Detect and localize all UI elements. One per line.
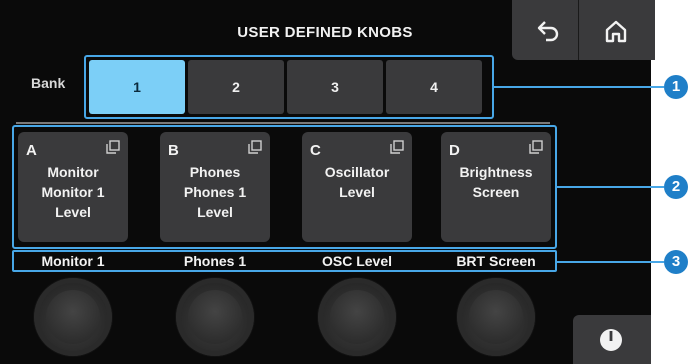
- bank-button-2[interactable]: 2: [188, 60, 284, 114]
- rotary-knob-d[interactable]: [457, 278, 535, 356]
- knob-name-label: Phones 1: [183, 253, 247, 269]
- power-button[interactable]: [573, 315, 651, 364]
- power-icon: [600, 329, 622, 351]
- knob-letter: B: [168, 142, 179, 159]
- knob-line: Level: [339, 184, 375, 200]
- knob-line: Level: [55, 204, 91, 220]
- copy-icon: [390, 140, 404, 154]
- back-arrow-icon: [537, 21, 559, 42]
- knob-assign-button-c[interactable]: C Oscillator Level: [302, 132, 412, 242]
- knob-name-label: Monitor 1: [41, 253, 105, 269]
- callout-line-1: [494, 86, 664, 88]
- rotary-knob-a[interactable]: [34, 278, 112, 356]
- device-screen: USER DEFINED KNOBS Bank 1 2 3 4 A Monito…: [0, 0, 655, 364]
- bank-button-3[interactable]: 3: [287, 60, 383, 114]
- knob-line: Brightness: [459, 164, 533, 180]
- page-title: USER DEFINED KNOBS: [237, 24, 413, 41]
- bank-button-4[interactable]: 4: [386, 60, 482, 114]
- copy-icon: [106, 140, 120, 154]
- copy-icon: [529, 140, 543, 154]
- knob-line: Monitor: [47, 164, 99, 180]
- callout-line-3: [557, 261, 664, 263]
- back-button[interactable]: [512, 0, 588, 60]
- knob-letter: D: [449, 142, 460, 159]
- knob-letter: A: [26, 142, 37, 159]
- callout-3: 3: [664, 250, 688, 274]
- knob-assign-button-d[interactable]: D Brightness Screen: [441, 132, 551, 242]
- callout-line-2: [557, 186, 664, 188]
- knob-line: Level: [197, 204, 233, 220]
- knob-name-label: BRT Screen: [456, 253, 536, 269]
- bank-label: Bank: [31, 75, 66, 91]
- knob-line: Monitor 1: [41, 184, 105, 200]
- knob-line: Screen: [472, 184, 520, 200]
- rotary-knob-c[interactable]: [318, 278, 396, 356]
- knob-assign-button-b[interactable]: B Phones Phones 1 Level: [160, 132, 270, 242]
- home-button[interactable]: [578, 0, 655, 60]
- section-divider: [16, 122, 550, 124]
- rotary-knob-b[interactable]: [176, 278, 254, 356]
- callout-2: 2: [664, 175, 688, 199]
- bank-button-1[interactable]: 1: [89, 60, 185, 114]
- knob-name-label: OSC Level: [321, 253, 393, 269]
- knob-letter: C: [310, 142, 321, 159]
- copy-icon: [248, 140, 262, 154]
- knob-line: Phones 1: [183, 184, 247, 200]
- knob-line: Oscillator: [324, 164, 390, 180]
- home-icon: [605, 20, 627, 43]
- callout-1: 1: [664, 75, 688, 99]
- knob-line: Phones: [189, 164, 241, 180]
- knob-assign-button-a[interactable]: A Monitor Monitor 1 Level: [18, 132, 128, 242]
